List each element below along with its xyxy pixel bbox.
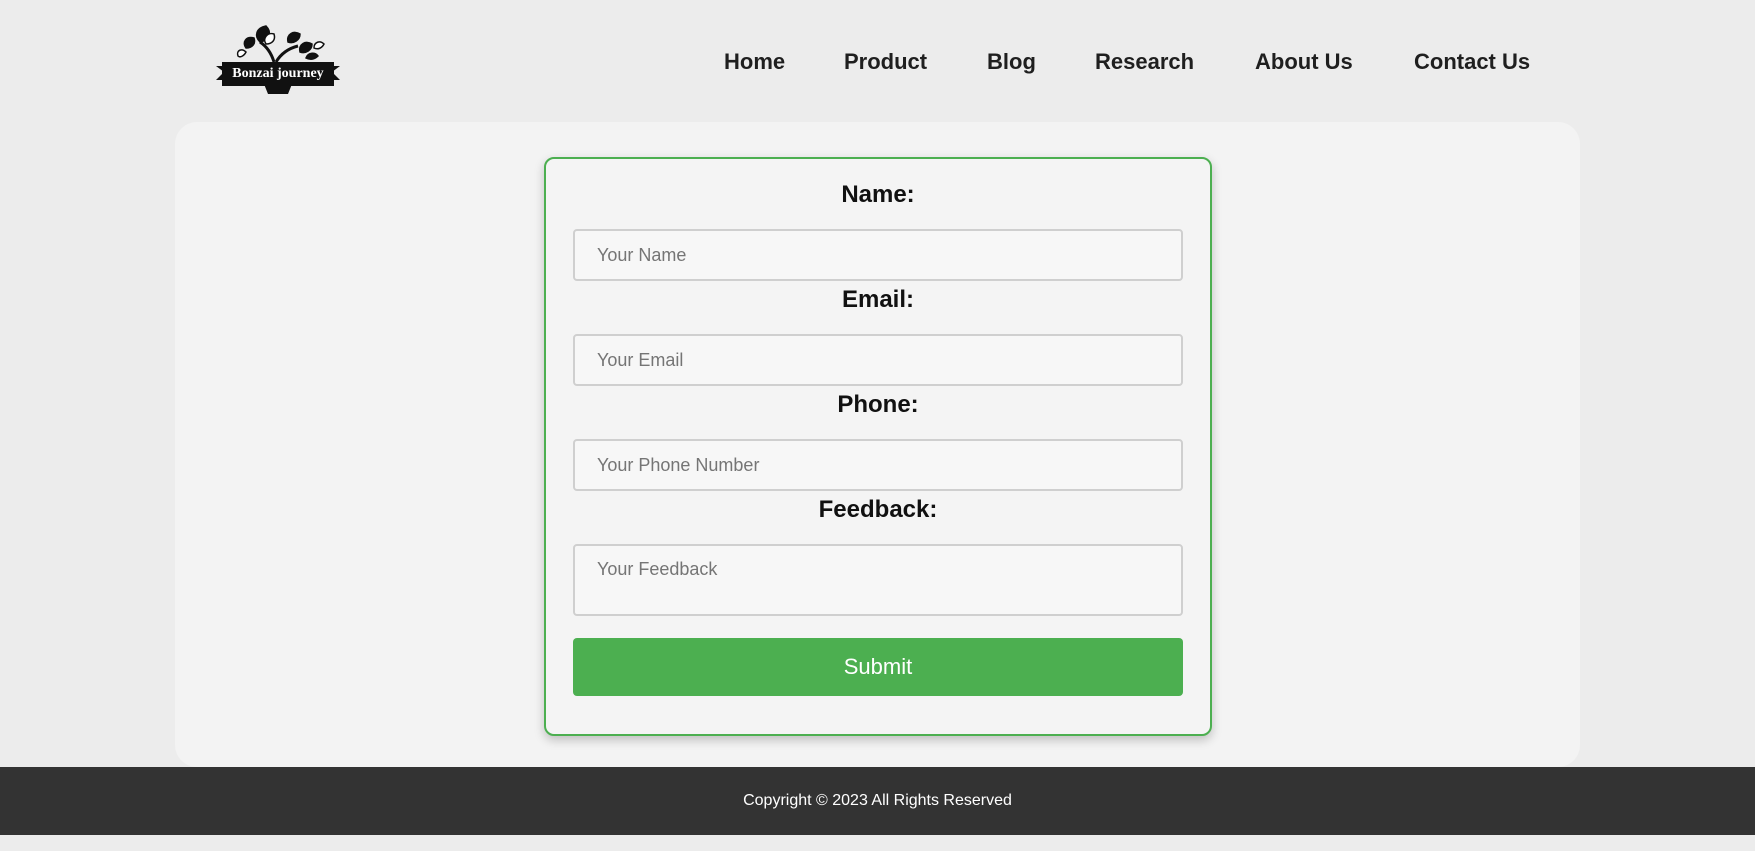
copyright-text: Copyright © 2023 All Rights Reserved — [743, 792, 1012, 809]
phone-label: Phone: — [837, 391, 919, 418]
nav-research[interactable]: Research — [1095, 44, 1194, 80]
main-nav: Home Product Blog Research About Us Cont… — [0, 44, 1755, 80]
feedback-label: Feedback: — [818, 496, 938, 523]
nav-home[interactable]: Home — [724, 44, 785, 80]
feedback-textarea[interactable] — [573, 544, 1183, 616]
main-card: Name: Email: Phone: Feedback: Submit — [175, 122, 1580, 767]
nav-blog[interactable]: Blog — [987, 44, 1036, 80]
nav-about-us[interactable]: About Us — [1255, 44, 1353, 80]
name-label: Name: — [841, 181, 915, 208]
submit-button[interactable]: Submit — [573, 638, 1183, 696]
nav-product[interactable]: Product — [844, 44, 927, 80]
site-footer: Copyright © 2023 All Rights Reserved — [0, 767, 1755, 835]
name-input[interactable] — [573, 229, 1183, 281]
contact-form: Name: Email: Phone: Feedback: Submit — [544, 157, 1212, 736]
email-input[interactable] — [573, 334, 1183, 386]
nav-contact-us[interactable]: Contact Us — [1414, 44, 1530, 80]
site-header: Bonzai journey Home Product Blog Researc… — [0, 0, 1755, 120]
email-label: Email: — [841, 286, 915, 313]
phone-input[interactable] — [573, 439, 1183, 491]
page: Bonzai journey Home Product Blog Researc… — [0, 0, 1755, 851]
